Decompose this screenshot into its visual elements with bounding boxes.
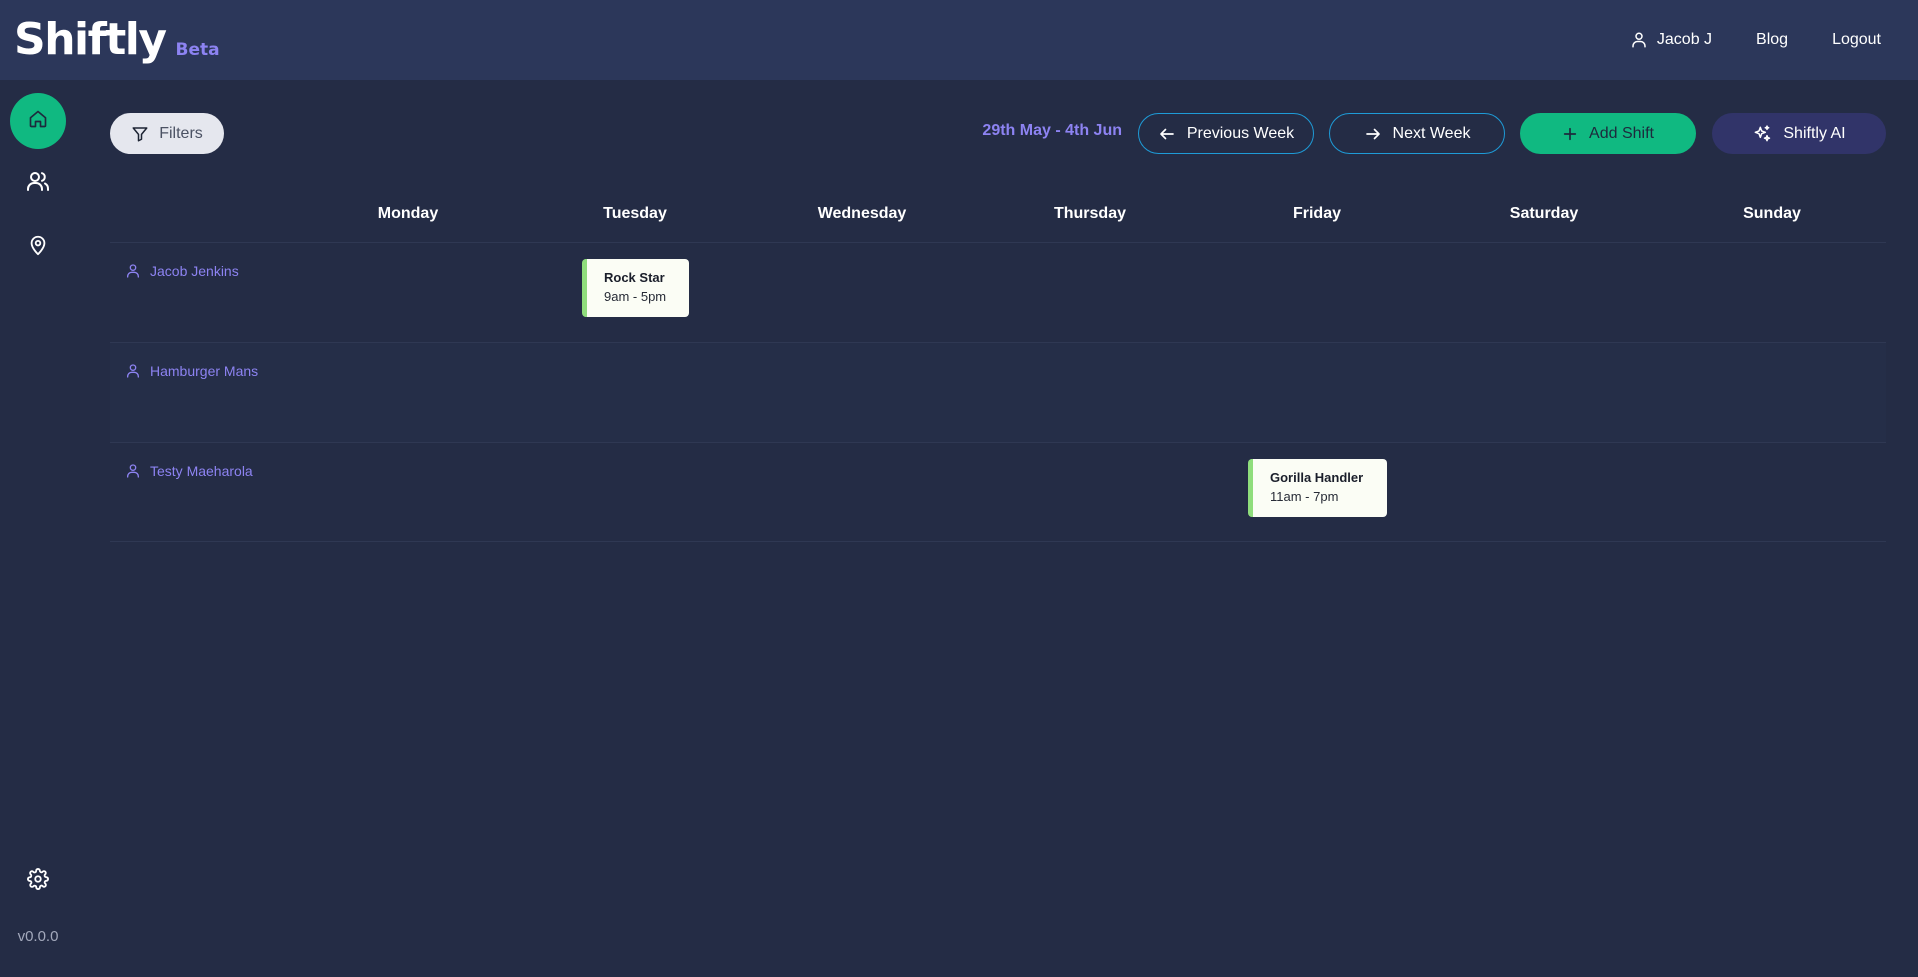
top-header: Shiftly Beta Jacob J Blog Logout (0, 0, 1918, 80)
add-shift-label: Add Shift (1589, 124, 1654, 142)
day-header-monday: Monday (377, 205, 439, 222)
sidebar: v0.0.0 (0, 80, 76, 977)
employee-name-label: Jacob Jenkins (150, 263, 239, 279)
employee-name[interactable]: Testy Maeharola (125, 463, 253, 479)
shift-card[interactable]: Gorilla Handler 11am - 7pm (1248, 459, 1387, 517)
calendar-header: Monday Tuesday Wednesday Thursday Friday… (110, 190, 1886, 242)
employee-name[interactable]: Hamburger Mans (125, 363, 258, 379)
day-header-saturday: Saturday (1509, 205, 1579, 222)
brand[interactable]: Shiftly Beta (0, 18, 220, 62)
arrow-left-icon (1158, 125, 1176, 143)
sparkles-icon (1752, 124, 1772, 144)
blog-link[interactable]: Blog (1756, 31, 1788, 49)
date-range: 29th May - 4th Jun (982, 122, 1122, 139)
filters-button[interactable]: Filters (110, 113, 224, 154)
sidebar-item-people[interactable] (10, 155, 66, 211)
employee-name[interactable]: Jacob Jenkins (125, 263, 239, 279)
day-header-sunday: Sunday (1743, 205, 1801, 222)
filters-label: Filters (159, 124, 203, 142)
employee-row: Jacob Jenkins Rock Star 9am - 5pm (110, 242, 1886, 342)
shift-card[interactable]: Rock Star 9am - 5pm (582, 259, 689, 317)
filter-icon (131, 125, 149, 143)
previous-week-button[interactable]: Previous Week (1138, 113, 1314, 154)
users-icon (26, 169, 50, 198)
sidebar-item-home[interactable] (10, 93, 66, 149)
user-icon (125, 463, 141, 479)
shiftly-ai-label: Shiftly AI (1783, 124, 1846, 142)
day-header-tuesday: Tuesday (603, 205, 667, 222)
map-pin-icon (27, 234, 49, 261)
shift-time: 11am - 7pm (1270, 489, 1339, 504)
shiftly-ai-button[interactable]: Shiftly AI (1712, 113, 1886, 154)
user-icon (1630, 31, 1648, 49)
gear-icon (27, 867, 49, 895)
employee-name-label: Testy Maeharola (150, 463, 253, 479)
next-week-label: Next Week (1392, 124, 1471, 142)
user-menu[interactable]: Jacob J (1630, 31, 1712, 49)
day-header-wednesday: Wednesday (817, 205, 907, 222)
home-icon (28, 109, 48, 134)
user-icon (125, 263, 141, 279)
user-icon (125, 363, 141, 379)
shift-time: 9am - 5pm (604, 289, 667, 304)
brand-name: Shiftly (14, 14, 167, 65)
settings-button[interactable] (10, 853, 66, 909)
day-header-thursday: Thursday (1053, 205, 1126, 222)
employee-name-label: Hamburger Mans (150, 363, 259, 379)
day-header-friday: Friday (1292, 205, 1341, 222)
header-nav: Jacob J Blog Logout (1586, 31, 1918, 49)
next-week-button[interactable]: Next Week (1329, 113, 1505, 154)
shift-role: Gorilla Handler (1270, 470, 1364, 485)
schedule-calendar: Monday Tuesday Wednesday Thursday Friday… (110, 190, 1886, 542)
employee-row: Hamburger Mans (110, 342, 1886, 442)
plus-icon (1562, 126, 1578, 142)
sidebar-item-locations[interactable] (10, 219, 66, 275)
arrow-right-icon (1364, 125, 1382, 143)
employee-row: Testy Maeharola Gorilla Handler 11am - 7… (110, 442, 1886, 542)
version-label: v0.0.0 (17, 928, 59, 945)
logout-link[interactable]: Logout (1832, 31, 1881, 49)
beta-badge: Beta (175, 40, 220, 60)
shift-role: Rock Star (604, 270, 665, 285)
add-shift-button[interactable]: Add Shift (1520, 113, 1696, 154)
user-name: Jacob J (1656, 31, 1713, 48)
previous-week-label: Previous Week (1186, 124, 1295, 142)
